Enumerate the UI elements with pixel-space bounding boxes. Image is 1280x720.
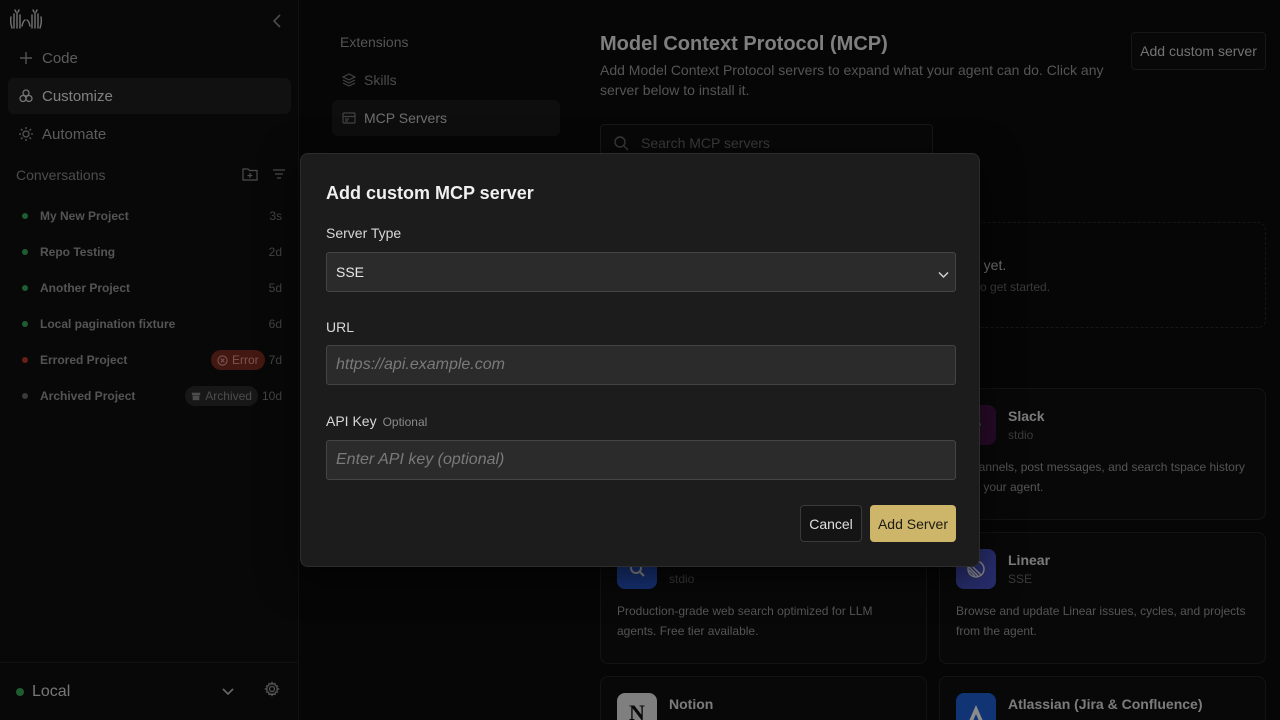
optional-tag: Optional — [382, 415, 428, 429]
url-input[interactable]: https://api.example.com — [326, 345, 956, 385]
url-placeholder: https://api.example.com — [336, 356, 505, 373]
add-custom-mcp-server-dialog: Add custom MCP server Server Type SSE UR… — [300, 153, 980, 567]
cancel-button[interactable]: Cancel — [800, 505, 862, 542]
server-type-select[interactable]: SSE — [326, 252, 956, 292]
dialog-title: Add custom MCP server — [326, 183, 534, 203]
url-label: URL — [326, 319, 355, 335]
api-key-label-text: API Key — [326, 413, 377, 429]
api-key-label: API Key Optional — [326, 413, 427, 429]
api-key-placeholder: Enter API key (optional) — [336, 451, 505, 468]
server-type-label: Server Type — [326, 225, 402, 241]
chevron-down-icon — [938, 266, 949, 282]
server-type-value: SSE — [336, 264, 365, 280]
add-server-button[interactable]: Add Server — [870, 505, 956, 542]
api-key-input[interactable]: Enter API key (optional) — [326, 440, 956, 480]
